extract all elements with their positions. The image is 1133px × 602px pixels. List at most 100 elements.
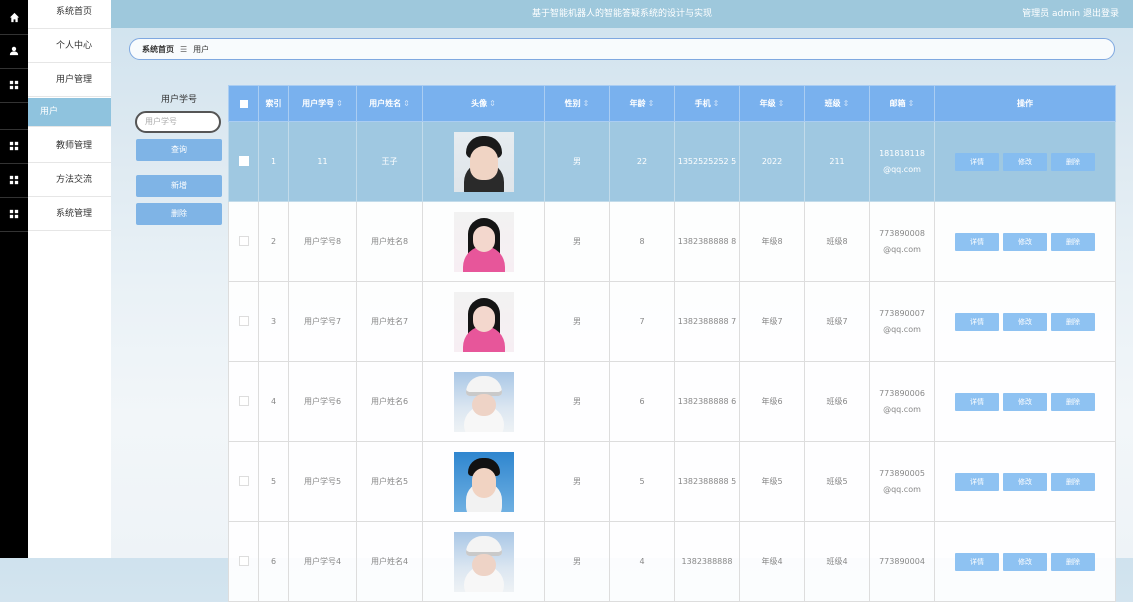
cell-gender: 男 xyxy=(544,361,610,442)
cell-user-name: 用户姓名8 xyxy=(356,201,423,282)
table-row[interactable]: 3 用户学号7 用户姓名7 男 7 1382388888 7 年级7 班级7 773890007… xyxy=(228,281,1116,362)
sort-icon: ⇕ xyxy=(647,99,655,108)
row-checkbox[interactable] xyxy=(228,121,259,202)
edit-button[interactable]: 修改 xyxy=(1003,152,1047,171)
breadcrumb-separator: ☰ xyxy=(180,44,188,54)
cell-age: 4 xyxy=(609,521,675,602)
grid-icon[interactable] xyxy=(0,68,28,102)
avatar[interactable] xyxy=(453,291,514,352)
delete-button[interactable]: 删除 xyxy=(1051,472,1095,491)
cell-actions: 详情 修改 删除 xyxy=(934,281,1116,362)
column-header[interactable]: 性别 ⇕ xyxy=(544,85,610,122)
cell-gender: 男 xyxy=(544,201,610,282)
delete-button[interactable]: 删除 xyxy=(1051,552,1095,571)
cell-avatar xyxy=(422,121,545,202)
row-checkbox[interactable] xyxy=(228,201,259,282)
query-button[interactable]: 查询 xyxy=(136,139,222,161)
sidebar-item-user-management[interactable]: 用户管理 xyxy=(28,63,111,97)
cell-phone: 1382388888 7 xyxy=(674,281,740,362)
detail-button[interactable]: 详情 xyxy=(955,472,999,491)
cell-grade: 年级4 xyxy=(739,521,805,602)
sidebar-item-system-management[interactable]: 系统管理 xyxy=(28,197,111,231)
detail-button[interactable]: 详情 xyxy=(955,312,999,331)
avatar[interactable] xyxy=(453,451,514,512)
table-row[interactable]: 1 11 王子男 22 1352525252 5 2022 211 181818118 @qq… xyxy=(228,121,1116,202)
row-checkbox[interactable] xyxy=(228,361,259,442)
cell-age: 22 xyxy=(609,121,675,202)
table-row[interactable]: 4 用户学号6 用户姓名6 男 6 1382388888 6 年级6 班级6 773890006… xyxy=(228,361,1116,442)
cell-email: 773890006 @qq.com xyxy=(869,361,935,442)
cell-phone: 1382388888 xyxy=(674,521,740,602)
grid-icon[interactable] xyxy=(0,197,28,231)
cell-index: 5 xyxy=(258,441,289,522)
row-checkbox[interactable] xyxy=(228,441,259,522)
column-header[interactable]: 邮箱 ⇕ xyxy=(869,85,935,122)
icon-rail xyxy=(0,0,28,558)
column-header[interactable]: 用户姓名 ⇕ xyxy=(356,85,423,122)
sidebar-item-method-exchange[interactable]: 方法交流 xyxy=(28,163,111,197)
detail-button[interactable]: 详情 xyxy=(955,552,999,571)
sidebar-item-home[interactable]: 系统首页 xyxy=(28,0,111,29)
delete-button[interactable]: 删除 xyxy=(1051,152,1095,171)
table-row[interactable]: 6 用户学号4 用户姓名4 男 4 1382388888 年级4 班级4 773890004 详情… xyxy=(228,521,1116,602)
edit-button[interactable]: 修改 xyxy=(1003,552,1047,571)
sort-icon: ⇕ xyxy=(582,99,590,108)
column-header[interactable]: 头像 ⇕ xyxy=(422,85,545,122)
column-header[interactable]: 年级 ⇕ xyxy=(739,85,805,122)
cell-class: 班级5 xyxy=(804,441,870,522)
top-header: 基于智能机器人的智能答疑系统的设计与实现 管理员 admin 退出登录 xyxy=(111,0,1133,28)
cell-class: 211 xyxy=(804,121,870,202)
cell-email: 181818118 @qq.com xyxy=(869,121,935,202)
edit-button[interactable]: 修改 xyxy=(1003,312,1047,331)
table-row[interactable]: 2 用户学号8 用户姓名8 男 8 1382388888 8 年级8 班级8 773890008… xyxy=(228,201,1116,282)
select-all-checkbox[interactable] xyxy=(228,85,259,122)
sort-icon: ⇕ xyxy=(842,99,850,108)
cell-age: 7 xyxy=(609,281,675,362)
edit-button[interactable]: 修改 xyxy=(1003,392,1047,411)
breadcrumb-home[interactable]: 系统首页 xyxy=(142,44,174,55)
add-button[interactable]: 新增 xyxy=(136,175,222,197)
search-label: 用户学号 xyxy=(160,95,197,105)
search-input[interactable]: 用户学号 xyxy=(135,111,221,133)
row-checkbox[interactable] xyxy=(228,521,259,602)
sidebar-item-profile[interactable]: 个人中心 xyxy=(28,29,111,63)
edit-button[interactable]: 修改 xyxy=(1003,472,1047,491)
sidebar-item-teacher-management[interactable]: 教师管理 xyxy=(28,129,111,163)
detail-button[interactable]: 详情 xyxy=(955,152,999,171)
detail-button[interactable]: 详情 xyxy=(955,392,999,411)
avatar[interactable] xyxy=(453,531,514,592)
grid-icon[interactable] xyxy=(0,129,28,163)
cell-email: 773890004 xyxy=(869,521,935,602)
person-icon[interactable] xyxy=(0,34,28,68)
cell-avatar xyxy=(422,361,545,442)
cell-age: 8 xyxy=(609,201,675,282)
cell-phone: 1382388888 6 xyxy=(674,361,740,442)
sidebar-item-users[interactable]: 用户 xyxy=(28,98,111,127)
edit-button[interactable]: 修改 xyxy=(1003,232,1047,251)
avatar[interactable] xyxy=(453,131,514,192)
sidebar-menu: 系统首页 个人中心 用户管理 用户 教师管理 方法交流 系统管理 xyxy=(28,0,111,558)
detail-button[interactable]: 详情 xyxy=(955,232,999,251)
grid-icon[interactable] xyxy=(0,163,28,197)
avatar[interactable] xyxy=(453,211,514,272)
user-table: 索引 用户学号 ⇕ 用户姓名 ⇕ 头像 ⇕ 性别 ⇕ 年龄 ⇕ 手机 ⇕ 年级 ⇕ 班级 ⇕ 邮… xyxy=(228,85,1116,602)
cell-index: 4 xyxy=(258,361,289,442)
column-header: 索引 xyxy=(258,85,289,122)
avatar[interactable] xyxy=(453,371,514,432)
user-logout-link[interactable]: 管理员 admin 退出登录 xyxy=(1022,0,1119,28)
cell-index: 3 xyxy=(258,281,289,362)
column-header[interactable]: 手机 ⇕ xyxy=(674,85,740,122)
delete-button[interactable]: 删除 xyxy=(1051,392,1095,411)
row-checkbox[interactable] xyxy=(228,281,259,362)
batch-delete-button[interactable]: 删除 xyxy=(136,203,222,225)
cell-phone: 1382388888 5 xyxy=(674,441,740,522)
home-icon[interactable] xyxy=(0,0,28,34)
table-row[interactable]: 5 用户学号5 用户姓名5 男 5 1382388888 5 年级5 班级5 773890005… xyxy=(228,441,1116,522)
column-header[interactable]: 班级 ⇕ xyxy=(804,85,870,122)
delete-button[interactable]: 删除 xyxy=(1051,312,1095,331)
cell-email: 773890008 @qq.com xyxy=(869,201,935,282)
column-header[interactable]: 用户学号 ⇕ xyxy=(288,85,357,122)
column-header[interactable]: 年龄 ⇕ xyxy=(609,85,675,122)
delete-button[interactable]: 删除 xyxy=(1051,232,1095,251)
cell-user-name: 用户姓名6 xyxy=(356,361,423,442)
